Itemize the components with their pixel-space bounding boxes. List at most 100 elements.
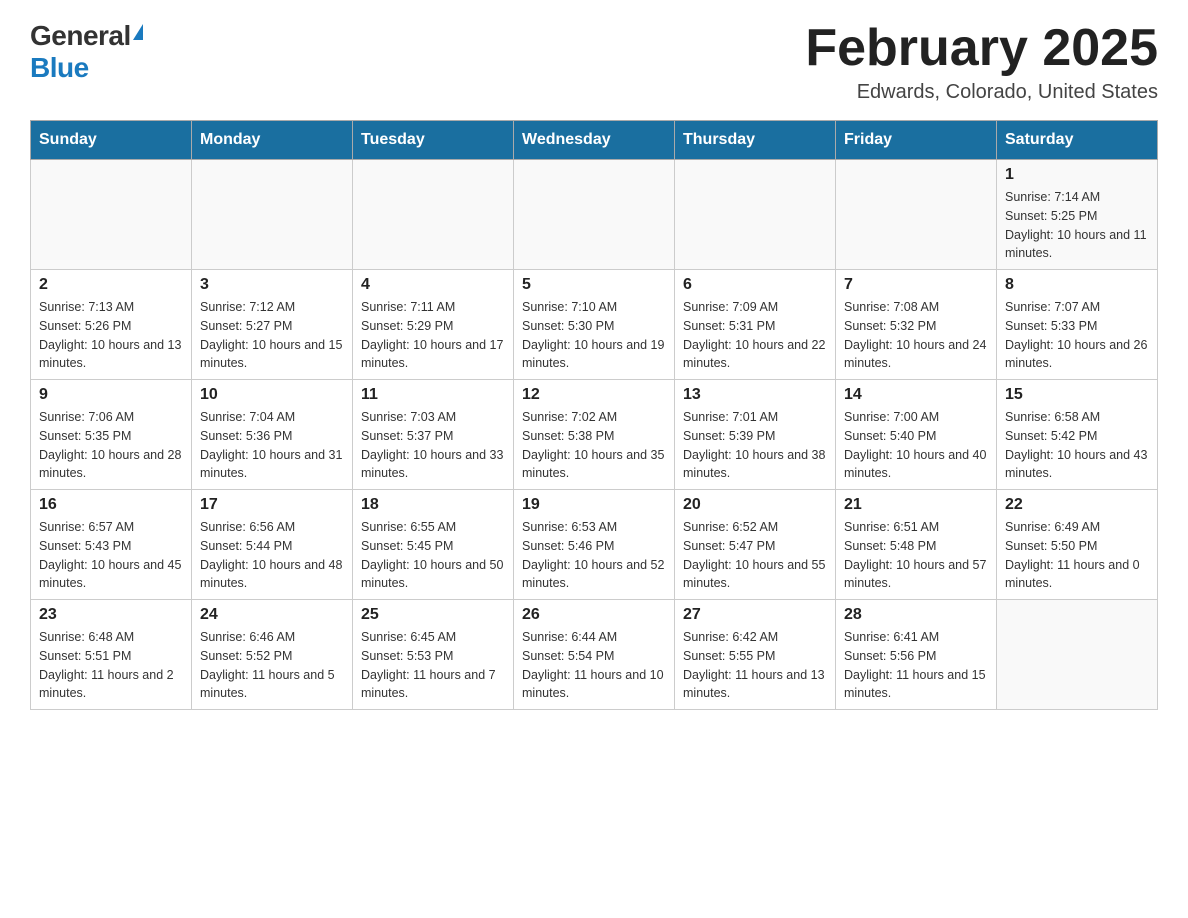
day-info: Sunrise: 7:11 AMSunset: 5:29 PMDaylight:…	[361, 298, 505, 373]
day-info: Sunrise: 7:07 AMSunset: 5:33 PMDaylight:…	[1005, 298, 1149, 373]
calendar-week-row: 9 Sunrise: 7:06 AMSunset: 5:35 PMDaylight…	[31, 380, 1158, 490]
day-number: 12	[522, 386, 666, 404]
day-number: 28	[844, 606, 988, 624]
day-info: Sunrise: 6:56 AMSunset: 5:44 PMDaylight:…	[200, 518, 344, 593]
calendar-week-row: 1 Sunrise: 7:14 AMSunset: 5:25 PMDaylight…	[31, 160, 1158, 270]
day-number: 1	[1005, 166, 1149, 184]
month-title: February 2025	[805, 20, 1158, 77]
calendar-day-cell: 27Sunrise: 6:42 AMSunset: 5:55 PMDayligh…	[675, 600, 836, 710]
day-number: 19	[522, 496, 666, 514]
day-info: Sunrise: 7:06 AMSunset: 5:35 PMDaylight:…	[39, 408, 183, 483]
logo-triangle-icon	[133, 24, 143, 40]
calendar-day-cell: 26 Sunrise: 6:44 AMSunset: 5:54 PMDayligh…	[514, 600, 675, 710]
calendar-weekday-header: Friday	[836, 121, 997, 160]
calendar-weekday-header: Sunday	[31, 121, 192, 160]
day-number: 22	[1005, 496, 1149, 514]
calendar-day-cell: 25 Sunrise: 6:45 AMSunset: 5:53 PMDayligh…	[353, 600, 514, 710]
calendar-day-cell: 18 Sunrise: 6:55 AMSunset: 5:45 PMDayligh…	[353, 490, 514, 600]
day-number: 24	[200, 606, 344, 624]
logo: General Blue	[30, 20, 143, 84]
day-info: Sunrise: 6:58 AMSunset: 5:42 PMDaylight:…	[1005, 408, 1149, 483]
day-info: Sunrise: 6:52 AMSunset: 5:47 PMDaylight:…	[683, 518, 827, 593]
calendar-weekday-header: Tuesday	[353, 121, 514, 160]
calendar-weekday-header: Monday	[192, 121, 353, 160]
day-number: 3	[200, 276, 344, 294]
calendar-day-cell: 22 Sunrise: 6:49 AMSunset: 5:50 PMDayligh…	[997, 490, 1158, 600]
title-area: February 2025 Edwards, Colorado, United …	[805, 20, 1158, 104]
calendar-day-cell: 9 Sunrise: 7:06 AMSunset: 5:35 PMDaylight…	[31, 380, 192, 490]
calendar-week-row: 23 Sunrise: 6:48 AMSunset: 5:51 PMDayligh…	[31, 600, 1158, 710]
day-number: 27	[683, 606, 827, 624]
calendar-day-cell: 10Sunrise: 7:04 AMSunset: 5:36 PMDayligh…	[192, 380, 353, 490]
location-subtitle: Edwards, Colorado, United States	[805, 81, 1158, 104]
day-info: Sunrise: 6:55 AMSunset: 5:45 PMDaylight:…	[361, 518, 505, 593]
calendar-day-cell: 15 Sunrise: 6:58 AMSunset: 5:42 PMDayligh…	[997, 380, 1158, 490]
day-info: Sunrise: 7:02 AMSunset: 5:38 PMDaylight:…	[522, 408, 666, 483]
calendar-day-cell	[997, 600, 1158, 710]
calendar-day-cell: 11 Sunrise: 7:03 AMSunset: 5:37 PMDayligh…	[353, 380, 514, 490]
day-info: Sunrise: 7:10 AMSunset: 5:30 PMDaylight:…	[522, 298, 666, 373]
calendar-day-cell: 19 Sunrise: 6:53 AMSunset: 5:46 PMDayligh…	[514, 490, 675, 600]
logo-general-text: General	[30, 20, 131, 52]
calendar-weekday-header: Saturday	[997, 121, 1158, 160]
day-number: 26	[522, 606, 666, 624]
day-info: Sunrise: 7:01 AMSunset: 5:39 PMDaylight:…	[683, 408, 827, 483]
day-info: Sunrise: 7:12 AMSunset: 5:27 PMDaylight:…	[200, 298, 344, 373]
day-info: Sunrise: 7:08 AMSunset: 5:32 PMDaylight:…	[844, 298, 988, 373]
calendar-day-cell	[353, 160, 514, 270]
day-number: 16	[39, 496, 183, 514]
calendar-day-cell: 3 Sunrise: 7:12 AMSunset: 5:27 PMDaylight…	[192, 270, 353, 380]
day-number: 18	[361, 496, 505, 514]
day-number: 7	[844, 276, 988, 294]
day-info: Sunrise: 7:04 AMSunset: 5:36 PMDaylight:…	[200, 408, 344, 483]
calendar-day-cell: 28Sunrise: 6:41 AMSunset: 5:56 PMDayligh…	[836, 600, 997, 710]
calendar-day-cell: 16Sunrise: 6:57 AMSunset: 5:43 PMDayligh…	[31, 490, 192, 600]
calendar-week-row: 2 Sunrise: 7:13 AMSunset: 5:26 PMDaylight…	[31, 270, 1158, 380]
calendar-weekday-header: Thursday	[675, 121, 836, 160]
day-info: Sunrise: 6:48 AMSunset: 5:51 PMDaylight:…	[39, 628, 183, 703]
day-number: 21	[844, 496, 988, 514]
calendar-day-cell: 6Sunrise: 7:09 AMSunset: 5:31 PMDaylight…	[675, 270, 836, 380]
day-info: Sunrise: 7:13 AMSunset: 5:26 PMDaylight:…	[39, 298, 183, 373]
day-info: Sunrise: 6:45 AMSunset: 5:53 PMDaylight:…	[361, 628, 505, 703]
calendar-header-row: SundayMondayTuesdayWednesdayThursdayFrid…	[31, 121, 1158, 160]
calendar-day-cell: 13 Sunrise: 7:01 AMSunset: 5:39 PMDayligh…	[675, 380, 836, 490]
calendar-day-cell: 23 Sunrise: 6:48 AMSunset: 5:51 PMDayligh…	[31, 600, 192, 710]
day-info: Sunrise: 7:00 AMSunset: 5:40 PMDaylight:…	[844, 408, 988, 483]
calendar-week-row: 16Sunrise: 6:57 AMSunset: 5:43 PMDayligh…	[31, 490, 1158, 600]
day-number: 14	[844, 386, 988, 404]
day-info: Sunrise: 6:53 AMSunset: 5:46 PMDaylight:…	[522, 518, 666, 593]
day-number: 2	[39, 276, 183, 294]
day-number: 25	[361, 606, 505, 624]
calendar-day-cell: 14 Sunrise: 7:00 AMSunset: 5:40 PMDayligh…	[836, 380, 997, 490]
calendar-day-cell	[192, 160, 353, 270]
calendar-day-cell: 21Sunrise: 6:51 AMSunset: 5:48 PMDayligh…	[836, 490, 997, 600]
day-info: Sunrise: 7:09 AMSunset: 5:31 PMDaylight:…	[683, 298, 827, 373]
day-info: Sunrise: 6:46 AMSunset: 5:52 PMDaylight:…	[200, 628, 344, 703]
day-number: 23	[39, 606, 183, 624]
day-info: Sunrise: 7:03 AMSunset: 5:37 PMDaylight:…	[361, 408, 505, 483]
day-number: 15	[1005, 386, 1149, 404]
day-info: Sunrise: 7:14 AMSunset: 5:25 PMDaylight:…	[1005, 188, 1149, 263]
calendar-day-cell: 20 Sunrise: 6:52 AMSunset: 5:47 PMDayligh…	[675, 490, 836, 600]
day-number: 11	[361, 386, 505, 404]
day-number: 9	[39, 386, 183, 404]
day-number: 5	[522, 276, 666, 294]
calendar-weekday-header: Wednesday	[514, 121, 675, 160]
day-number: 8	[1005, 276, 1149, 294]
calendar-day-cell	[836, 160, 997, 270]
day-info: Sunrise: 6:44 AMSunset: 5:54 PMDaylight:…	[522, 628, 666, 703]
calendar-day-cell: 7 Sunrise: 7:08 AMSunset: 5:32 PMDaylight…	[836, 270, 997, 380]
calendar-day-cell: 12 Sunrise: 7:02 AMSunset: 5:38 PMDayligh…	[514, 380, 675, 490]
calendar-day-cell: 24 Sunrise: 6:46 AMSunset: 5:52 PMDayligh…	[192, 600, 353, 710]
calendar-day-cell: 8 Sunrise: 7:07 AMSunset: 5:33 PMDaylight…	[997, 270, 1158, 380]
day-number: 20	[683, 496, 827, 514]
calendar-day-cell	[514, 160, 675, 270]
calendar-day-cell: 1 Sunrise: 7:14 AMSunset: 5:25 PMDaylight…	[997, 160, 1158, 270]
calendar-day-cell: 5 Sunrise: 7:10 AMSunset: 5:30 PMDaylight…	[514, 270, 675, 380]
day-info: Sunrise: 6:49 AMSunset: 5:50 PMDaylight:…	[1005, 518, 1149, 593]
day-number: 13	[683, 386, 827, 404]
page-header: General Blue February 2025 Edwards, Colo…	[30, 20, 1158, 104]
calendar-day-cell: 2 Sunrise: 7:13 AMSunset: 5:26 PMDaylight…	[31, 270, 192, 380]
logo-blue-text: Blue	[30, 52, 89, 84]
